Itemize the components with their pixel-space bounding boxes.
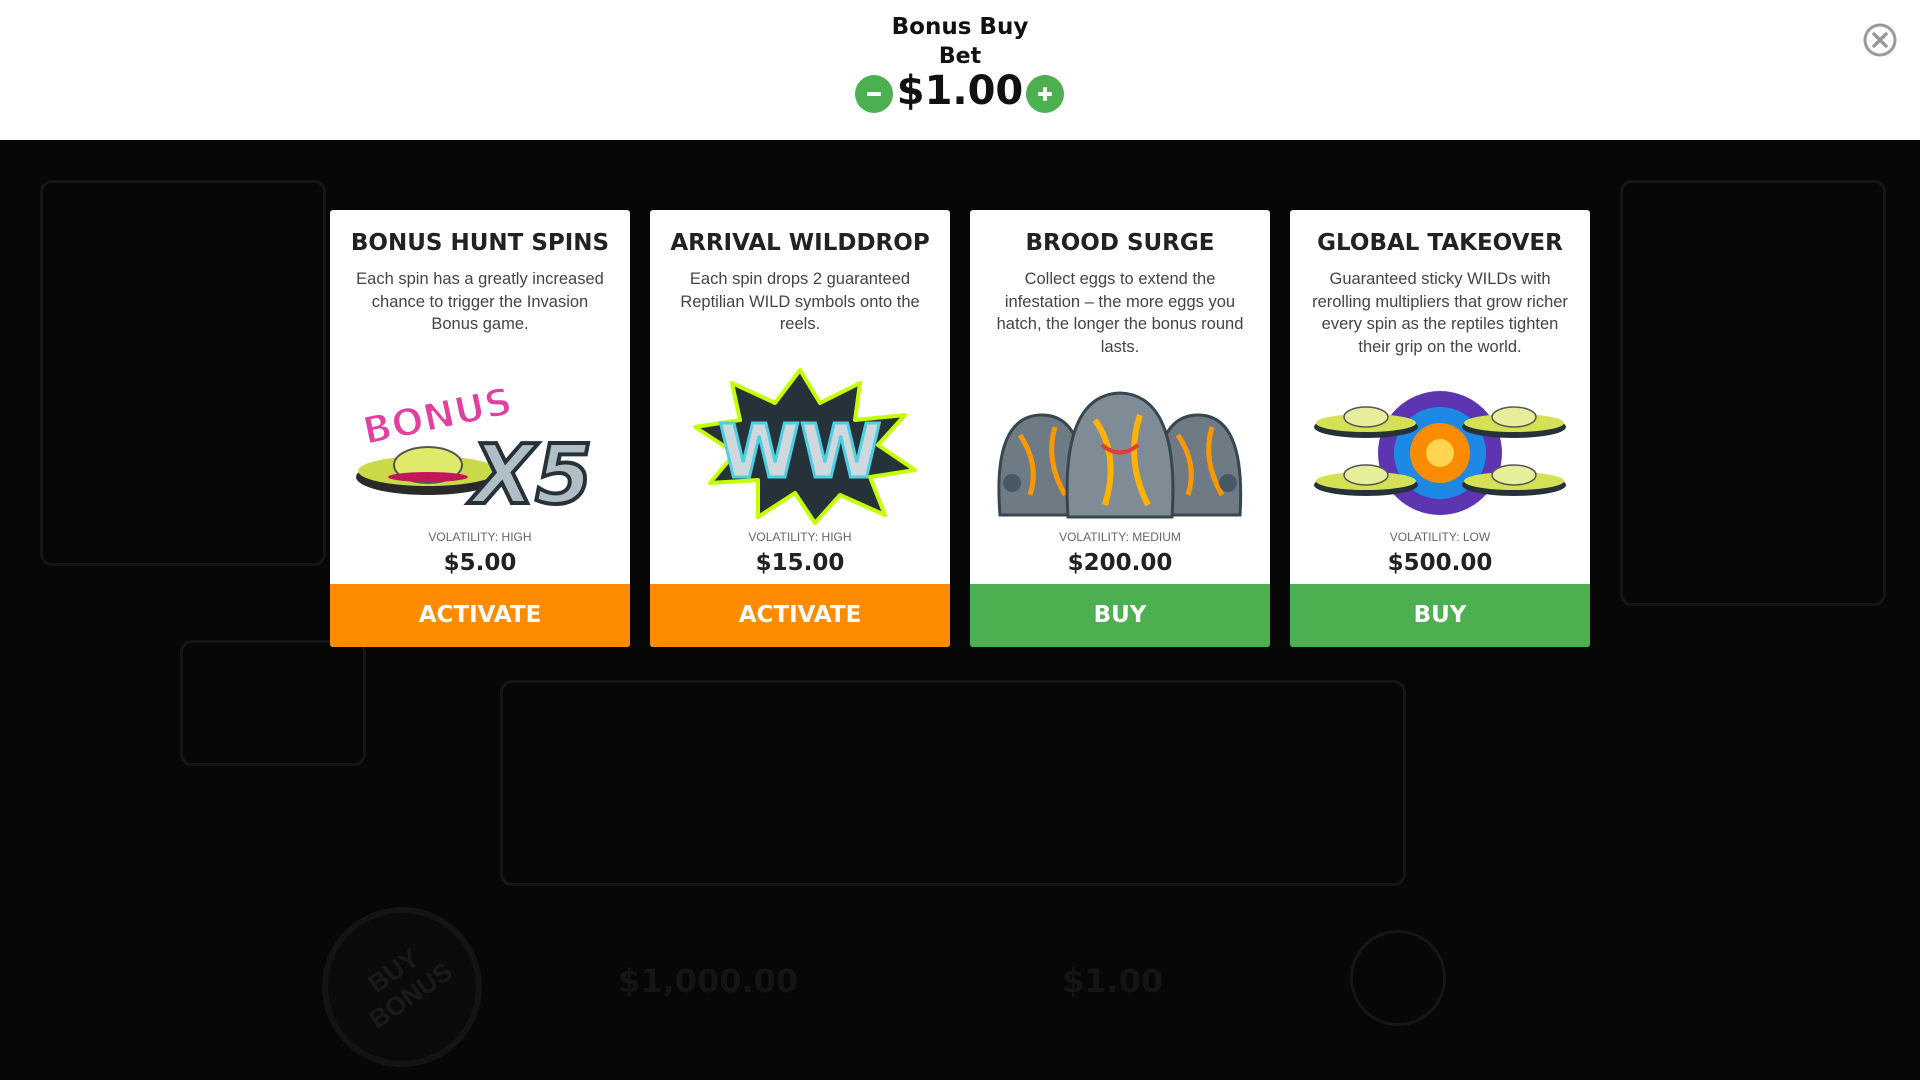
bonus-buy-header: Bonus Buy Bet $1.00	[0, 0, 1920, 140]
card-price: $5.00	[443, 550, 517, 576]
bonus-card-global-takeover: GLOBAL TAKEOVER Guaranteed sticky WILDs …	[1290, 210, 1590, 647]
buy-button[interactable]: BUY	[970, 584, 1270, 647]
ufo-bonus-x5-image: BONUS X5	[356, 378, 594, 525]
card-description: Collect eggs to extend the infestation –…	[996, 270, 1244, 356]
decrease-bet-button[interactable]	[855, 75, 893, 113]
page-title: Bonus Buy	[891, 14, 1029, 40]
activate-button[interactable]: ACTIVATE	[330, 584, 630, 647]
activate-button[interactable]: ACTIVATE	[650, 584, 950, 647]
card-volatility: VOLATILITY: LOW	[1389, 530, 1491, 544]
bg-building	[40, 180, 326, 566]
bet-value: $1.00	[896, 68, 1024, 114]
minus-icon	[867, 92, 881, 96]
game-background: BUY BONUS $1,000.00 $1.00	[0, 140, 1920, 1080]
card-title: GLOBAL TAKEOVER	[1317, 230, 1563, 256]
card-price: $200.00	[1067, 550, 1173, 576]
card-volatility: VOLATILITY: MEDIUM	[1059, 530, 1181, 544]
bg-car	[180, 640, 366, 766]
bg-building	[1620, 180, 1886, 606]
card-volatility: VOLATILITY: HIGH	[428, 530, 532, 544]
close-button[interactable]	[1862, 22, 1898, 58]
card-description: Each spin has a greatly increased chance…	[356, 270, 604, 333]
wild-art-text: WW	[718, 409, 881, 495]
bg-balance: $1,000.00	[618, 962, 799, 1000]
bonus-card-brood-surge: BROOD SURGE Collect eggs to extend the i…	[970, 210, 1270, 647]
close-icon	[1863, 23, 1897, 57]
card-description: Guaranteed sticky WILDs with rerolling m…	[1312, 270, 1568, 356]
bonus-card-arrival-wilddrop: ARRIVAL WILDDROP Each spin drops 2 guara…	[650, 210, 950, 647]
bg-spin-button	[1350, 930, 1446, 1026]
ufo-fleet-image	[1314, 391, 1566, 515]
card-description: Each spin drops 2 guaranteed Reptilian W…	[680, 270, 920, 333]
card-title: ARRIVAL WILDDROP	[670, 230, 930, 256]
alien-eggs-image	[997, 391, 1243, 519]
wild-burst-image: WW	[693, 368, 917, 525]
bet-label: Bet	[938, 44, 982, 69]
bg-buy-bonus-label: BUY BONUS	[362, 942, 458, 1035]
increase-bet-button[interactable]	[1026, 75, 1064, 113]
card-volatility: VOLATILITY: HIGH	[748, 530, 852, 544]
bg-buy-bonus-button: BUY BONUS	[322, 907, 482, 1067]
buy-button[interactable]: BUY	[1290, 584, 1590, 647]
bonus-card-bonus-hunt-spins: BONUS HUNT SPINS Each spin has a greatly…	[330, 210, 630, 647]
bg-bet: $1.00	[1062, 962, 1164, 1000]
card-price: $15.00	[755, 550, 845, 576]
card-title: BROOD SURGE	[1025, 230, 1215, 256]
bg-reels	[500, 680, 1406, 886]
egg-center-icon	[1065, 391, 1175, 519]
plus-icon	[1038, 87, 1052, 101]
card-title: BONUS HUNT SPINS	[350, 230, 610, 256]
card-price: $500.00	[1387, 550, 1493, 576]
multiplier-art-text: X5	[467, 428, 592, 523]
